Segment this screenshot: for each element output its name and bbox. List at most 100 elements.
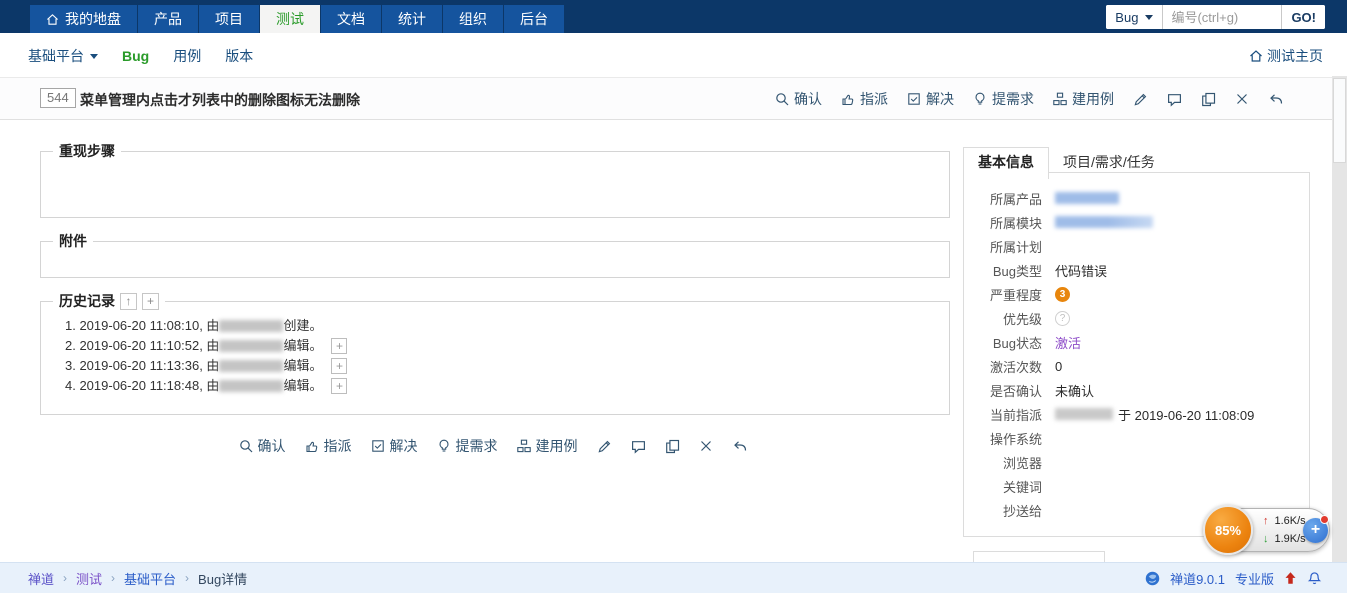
history-collapse-button[interactable]: ↑ bbox=[120, 292, 137, 310]
edit-button[interactable] bbox=[1133, 92, 1148, 107]
footer: 禅道 › 测试 › 基础平台 › Bug详情 禅道9.0.1 专业版 bbox=[0, 562, 1347, 593]
scrollbar-track[interactable] bbox=[1332, 76, 1347, 562]
version-link[interactable]: 禅道9.0.1 bbox=[1170, 569, 1225, 588]
comment-button[interactable] bbox=[631, 439, 646, 454]
status-badge: 激活 bbox=[1055, 335, 1082, 351]
priority-badge: ? bbox=[1055, 310, 1070, 326]
redacted-user-name bbox=[219, 320, 284, 332]
to-case-button[interactable]: 建用例 bbox=[1053, 89, 1114, 109]
assign-button[interactable]: 指派 bbox=[841, 89, 888, 109]
sitemap-icon bbox=[1053, 92, 1067, 106]
browser-speed-widget[interactable]: 85% ↑ 1.6K/s ↓ 1.9K/s + bbox=[1203, 505, 1331, 556]
sidebar-tabs: 基本信息 项目/需求/任务 bbox=[963, 147, 1169, 179]
go-button[interactable]: GO! bbox=[1281, 5, 1325, 29]
memory-percent-ball[interactable]: 85% bbox=[1203, 505, 1253, 555]
confirm-button[interactable]: 确认 bbox=[775, 89, 822, 109]
home-icon bbox=[46, 13, 59, 26]
redacted-product-link[interactable] bbox=[1055, 192, 1119, 204]
subnav-item-bug[interactable]: Bug bbox=[122, 48, 149, 64]
tab-basic-info[interactable]: 基本信息 bbox=[963, 147, 1049, 179]
history-add-button[interactable]: + bbox=[142, 292, 159, 310]
steps-section: 重现步骤 bbox=[40, 141, 950, 218]
tab-project-story-task[interactable]: 项目/需求/任务 bbox=[1049, 148, 1169, 178]
resolve-button[interactable]: 解决 bbox=[371, 436, 418, 456]
redacted-assignee-name bbox=[1055, 408, 1113, 420]
lightbulb-icon bbox=[973, 92, 987, 106]
back-button[interactable] bbox=[732, 439, 748, 453]
breadcrumb-qa[interactable]: 测试 bbox=[76, 569, 102, 588]
home-icon bbox=[1249, 49, 1263, 63]
bug-title: 菜单管理内点击才列表中的删除图标无法删除 bbox=[80, 92, 360, 108]
nav-item-qa[interactable]: 测试 bbox=[260, 5, 320, 33]
breadcrumb-separator: › bbox=[185, 571, 190, 585]
nav-item-product[interactable]: 产品 bbox=[138, 5, 198, 33]
top-navbar: 我的地盘 产品 项目 测试 文档 统计 组织 后台 Bug GO! bbox=[0, 0, 1347, 33]
search-module-dropdown[interactable]: Bug bbox=[1106, 5, 1164, 29]
to-story-button[interactable]: 提需求 bbox=[973, 89, 1034, 109]
bell-icon[interactable] bbox=[1307, 571, 1322, 586]
history-item: 3. 2019-06-20 11:13:36, 由 编辑。 + bbox=[51, 356, 939, 376]
field-keywords: 关键词 bbox=[1002, 479, 1042, 495]
resolve-button[interactable]: 解决 bbox=[907, 89, 954, 109]
breadcrumb-current: Bug详情 bbox=[198, 571, 248, 587]
edition-link[interactable]: 专业版 bbox=[1235, 569, 1274, 588]
back-button[interactable] bbox=[1268, 92, 1284, 106]
basic-info-panel: 所属产品 所属模块 所属计划 Bug类型 代码错误 严重程度 3 优先级 ? B… bbox=[963, 172, 1310, 537]
nav-item-admin[interactable]: 后台 bbox=[504, 5, 564, 33]
field-product: 所属产品 bbox=[964, 186, 1309, 210]
footer-right: 禅道9.0.1 专业版 bbox=[1145, 569, 1322, 588]
delete-button[interactable] bbox=[699, 439, 713, 453]
to-story-button[interactable]: 提需求 bbox=[437, 436, 498, 456]
nav-item-doc[interactable]: 文档 bbox=[321, 5, 381, 33]
field-assigned-to: 当前指派 于 2019-06-20 11:08:09 bbox=[989, 407, 1255, 423]
history-expand-button[interactable]: + bbox=[331, 378, 348, 394]
field-confirmed: 是否确认 未确认 bbox=[989, 383, 1095, 399]
field-plan: 所属计划 bbox=[989, 239, 1042, 255]
field-status: Bug状态 激活 bbox=[964, 330, 1309, 354]
search-icon bbox=[239, 439, 253, 453]
download-arrow-icon: ↓ bbox=[1263, 533, 1269, 545]
scrollbar-thumb[interactable] bbox=[1333, 78, 1346, 163]
field-severity: 严重程度 3 bbox=[964, 282, 1309, 306]
breadcrumb-home[interactable]: 禅道 bbox=[28, 569, 54, 588]
history-expand-button[interactable]: + bbox=[331, 338, 348, 354]
redacted-user-name bbox=[219, 360, 284, 372]
redacted-user-name bbox=[219, 380, 284, 392]
breadcrumb: 禅道 › 测试 › 基础平台 › Bug详情 bbox=[28, 569, 247, 588]
subnav-item-case[interactable]: 用例 bbox=[173, 46, 201, 66]
delete-button[interactable] bbox=[1235, 92, 1249, 106]
qa-home-link[interactable]: 测试主页 bbox=[1249, 46, 1323, 66]
redacted-module-link[interactable] bbox=[1055, 216, 1153, 228]
nav-item-my[interactable]: 我的地盘 bbox=[30, 5, 137, 33]
edit-button[interactable] bbox=[597, 439, 612, 454]
copy-button[interactable] bbox=[1201, 92, 1216, 107]
search-icon bbox=[775, 92, 789, 106]
breadcrumb-separator: › bbox=[111, 571, 116, 585]
history-expand-button[interactable]: + bbox=[331, 358, 348, 374]
sub-navbar: 基础平台 Bug 用例 版本 测试主页 bbox=[0, 33, 1347, 77]
breadcrumb-product[interactable]: 基础平台 bbox=[124, 569, 176, 588]
comment-button[interactable] bbox=[1167, 92, 1182, 107]
history-item: 1. 2019-06-20 11:08:10, 由 创建。 bbox=[65, 318, 323, 333]
nav-item-label: 我的地盘 bbox=[65, 11, 121, 27]
check-square-icon bbox=[907, 92, 921, 106]
redacted-user-name bbox=[219, 340, 284, 352]
history-item: 4. 2019-06-20 11:18:48, 由 编辑。 + bbox=[51, 376, 939, 396]
product-switcher[interactable]: 基础平台 bbox=[28, 46, 98, 66]
caret-down-icon bbox=[90, 53, 98, 59]
check-square-icon bbox=[371, 439, 385, 453]
to-case-button[interactable]: 建用例 bbox=[516, 436, 578, 456]
nav-item-company[interactable]: 组织 bbox=[443, 5, 503, 33]
search-input[interactable] bbox=[1163, 5, 1282, 29]
bug-toolbar-top: 确认 指派 解决 提需求 建用例 bbox=[775, 89, 1284, 109]
confirm-button[interactable]: 确认 bbox=[239, 436, 286, 456]
subnav-item-build[interactable]: 版本 bbox=[225, 46, 253, 66]
nav-item-report[interactable]: 统计 bbox=[382, 5, 442, 33]
upgrade-arrow-icon[interactable] bbox=[1284, 571, 1297, 585]
copy-button[interactable] bbox=[665, 439, 680, 454]
bug-toolbar-bottom: 确认 指派 解决 提需求 建用例 bbox=[38, 436, 948, 456]
bug-id-badge: 544 bbox=[40, 88, 76, 108]
nav-item-project[interactable]: 项目 bbox=[199, 5, 259, 33]
assign-button[interactable]: 指派 bbox=[305, 436, 352, 456]
network-speeds: ↑ 1.6K/s ↓ 1.9K/s bbox=[1263, 512, 1306, 548]
